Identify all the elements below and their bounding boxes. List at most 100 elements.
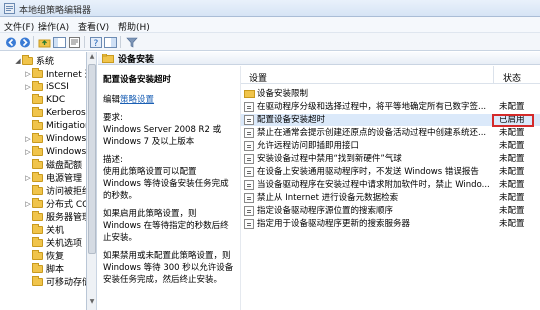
folder-icon	[32, 249, 43, 260]
toolbar-separator	[84, 36, 85, 48]
policy-setting-icon	[244, 167, 254, 177]
tree-expander-icon[interactable]: ◢	[14, 57, 22, 65]
list-item[interactable]: 在设备上安装通用驱动程序时，不发送 Windows 错误报告 未配置	[241, 166, 540, 178]
tree-expander-icon[interactable]: ▷	[24, 70, 32, 78]
tree-item-internet[interactable]: ▷ Internet 通	[24, 67, 86, 80]
help-icon[interactable]: ?	[89, 36, 102, 48]
toolbar: ?	[0, 33, 540, 51]
up-folder-icon[interactable]	[38, 36, 51, 48]
tree-scrollbar[interactable]: ▲ ▼	[87, 52, 97, 310]
tree-item-windows-e[interactable]: ▷ Windows E	[24, 132, 86, 145]
column-divider[interactable]	[493, 66, 494, 84]
tree-expander-icon[interactable]: ▷	[24, 200, 32, 208]
settings-list: 设置 状态 设备安装限制 在驱动程序分级和选择过程中，将平等地确定所有已数字签.…	[240, 66, 540, 310]
disabled-text: 如果禁用或未配置此策略设置，则 Windows 等待 300 秒以允许设备安装任…	[103, 251, 234, 285]
tree-item-kdc[interactable]: KDC	[24, 93, 65, 106]
folder-icon	[244, 90, 255, 98]
tree-expander-icon[interactable]: ▷	[24, 83, 32, 91]
tree-item-scripts[interactable]: 脚本	[24, 262, 64, 275]
policy-setting-icon	[244, 154, 254, 164]
list-item[interactable]: 安装设备过程中禁用“找到新硬件”气球 未配置	[241, 153, 540, 165]
list-item[interactable]: 禁止从 Internet 进行设备元数据检索 未配置	[241, 192, 540, 204]
tree-item-dcom[interactable]: ▷ 分布式 COM	[24, 197, 86, 210]
folder-icon	[32, 210, 43, 221]
highlight-box	[492, 114, 534, 127]
tree-item-access-denied[interactable]: 访问被拒绝	[24, 184, 86, 197]
folder-icon	[32, 275, 43, 286]
menu-file[interactable]: 文件(F)	[4, 20, 34, 33]
list-item[interactable]: 指定用于设备驱动程序更新的搜索服务器 未配置	[241, 218, 540, 230]
tree-item-disk-quota[interactable]: 磁盘配额	[24, 158, 82, 171]
tree-expander-icon[interactable]: ▷	[24, 135, 32, 143]
folder-icon	[32, 145, 43, 156]
tree-item-mitigation[interactable]: Mitigation	[24, 119, 86, 132]
folder-icon	[102, 53, 114, 63]
tree-item-power[interactable]: ▷ 电源管理	[24, 171, 82, 184]
enabled-text: 如果启用此策略设置，则 Windows 在等待指定的秒数后终止安装。	[103, 209, 229, 243]
list-item[interactable]: 设备安装限制	[241, 88, 540, 100]
filter-icon[interactable]	[125, 36, 138, 48]
policy-setting-icon	[244, 115, 254, 125]
policy-setting-icon	[244, 141, 254, 151]
properties-icon[interactable]	[68, 36, 81, 48]
tree-expander-icon[interactable]: ▷	[24, 148, 32, 156]
folder-icon	[32, 67, 43, 78]
toolbar-separator	[33, 36, 34, 48]
group-policy-icon	[4, 3, 15, 14]
policy-setting-icon	[244, 193, 254, 203]
scrollbar-thumb[interactable]	[88, 64, 96, 254]
folder-icon	[32, 262, 43, 273]
list-item[interactable]: 指定设备驱动程序源位置的搜索顺序 未配置	[241, 205, 540, 217]
scroll-up-icon[interactable]: ▲	[87, 53, 97, 63]
folder-icon	[32, 197, 43, 208]
show-tree-icon[interactable]	[53, 36, 66, 48]
right-pane-header: 设备安装	[98, 52, 540, 65]
tree-item-shutdown[interactable]: 关机	[24, 223, 64, 236]
requirements-text: Windows Server 2008 R2 或 Windows 7 及以上版本	[103, 125, 222, 147]
title-bar: 本地组策略编辑器	[0, 0, 540, 17]
edit-policy-line: 编辑策略设置	[103, 95, 155, 105]
pane-title: 设备安装	[118, 54, 155, 65]
folder-icon	[32, 184, 43, 195]
tree-item-system[interactable]: ◢ 系统	[14, 54, 54, 67]
tree-item-removable-storage[interactable]: 可移动存储	[24, 275, 86, 288]
policy-setting-icon	[244, 180, 254, 190]
edit-policy-link[interactable]: 策略设置	[120, 95, 154, 105]
folder-icon	[32, 223, 43, 234]
list-item[interactable]: 允许远程访问即插即用接口 未配置	[241, 140, 540, 152]
scroll-down-icon[interactable]: ▼	[87, 298, 97, 308]
tree-expander-icon[interactable]: ▷	[24, 174, 32, 182]
menu-bar: 文件(F) 操作(A) 查看(V) 帮助(H)	[0, 17, 540, 33]
column-header-setting[interactable]: 设置	[249, 71, 267, 84]
forward-icon[interactable]	[18, 36, 31, 48]
folder-icon	[32, 132, 43, 143]
folder-icon	[32, 93, 43, 104]
tree-item-server-manager[interactable]: 服务器管理	[24, 210, 86, 223]
tree-item-windows-7[interactable]: ▷ Windows 7	[24, 145, 86, 158]
description-text: 使用此策略设置可以配置 Windows 等待设备安装任务完成的秒数。	[103, 167, 229, 201]
policy-setting-icon	[244, 102, 254, 112]
requirements-label: 要求:	[103, 113, 123, 123]
folder-icon	[32, 119, 43, 130]
tree-item-shutdown-options[interactable]: 关机选项	[24, 236, 82, 249]
folder-icon	[32, 171, 43, 182]
tree-item-iscsi[interactable]: ▷ iSCSI	[24, 80, 69, 93]
tree-item-kerberos[interactable]: Kerberos	[24, 106, 86, 119]
list-item[interactable]: 当设备驱动程序在安装过程中请求附加软件时，禁止 Windo... 未配置	[241, 179, 540, 191]
navigation-tree: ◢ 系统 ▷ Internet 通 ▷ iSCSI KDC Kerberos M…	[0, 52, 87, 310]
folder-icon	[32, 236, 43, 247]
list-item[interactable]: 禁止在通常会提示创建还原点的设备活动过程中创建系统还... 未配置	[241, 127, 540, 139]
description-pane: 配置设备安装超时 编辑策略设置 要求: Windows Server 2008 …	[98, 66, 240, 310]
list-item[interactable]: 在驱动程序分级和选择过程中，将平等地确定所有已数字签... 未配置	[241, 101, 540, 113]
menu-help[interactable]: 帮助(H)	[118, 20, 150, 33]
folder-open-icon	[22, 54, 33, 65]
description-label: 描述:	[103, 155, 123, 165]
back-icon[interactable]	[4, 36, 17, 48]
tree-item-recovery[interactable]: 恢复	[24, 249, 64, 262]
menu-action[interactable]: 操作(A)	[38, 20, 69, 33]
toolbar-separator	[120, 36, 121, 48]
menu-view[interactable]: 查看(V)	[78, 20, 109, 33]
policy-setting-icon	[244, 219, 254, 229]
toggle-pane-icon[interactable]	[104, 36, 117, 48]
column-header-state[interactable]: 状态	[503, 71, 521, 84]
